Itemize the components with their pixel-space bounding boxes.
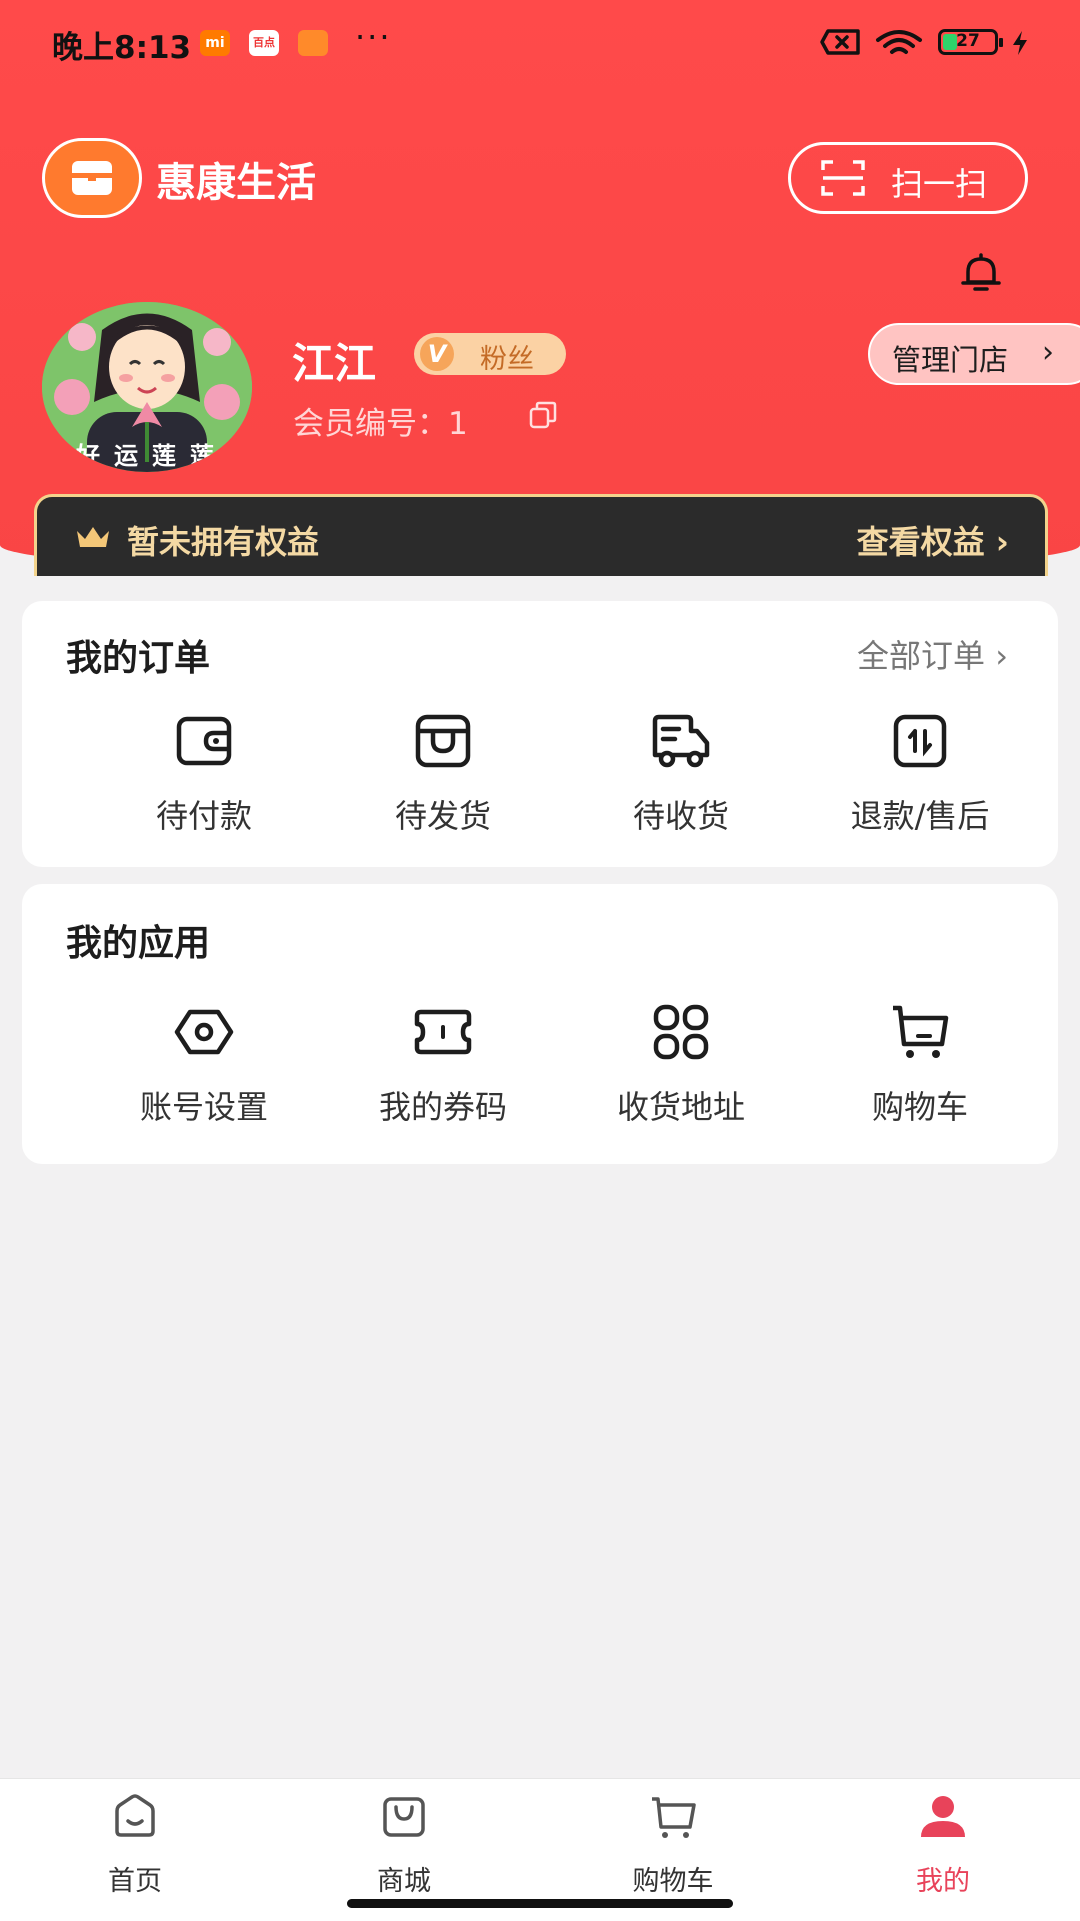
- scan-icon: [821, 160, 865, 196]
- bag-icon: [383, 1797, 425, 1837]
- app-shipping-address-label: 收货地址: [616, 1088, 745, 1126]
- status-time: 晚上8:13: [52, 30, 192, 66]
- refund-icon: [893, 714, 947, 768]
- all-orders-link[interactable]: 全部订单 ›: [857, 631, 1008, 677]
- store-app-icon: [298, 30, 328, 56]
- tab-home[interactable]: 首页: [35, 1779, 235, 1899]
- app-title: 惠康生活: [156, 160, 316, 206]
- app-shipping-address[interactable]: 收货地址: [566, 1002, 796, 1142]
- manage-store-button[interactable]: 管理门店 ›: [868, 323, 1080, 385]
- sim-off-icon: [820, 29, 860, 55]
- profile-icon: [921, 1796, 965, 1837]
- tab-mine[interactable]: 我的: [843, 1779, 1043, 1899]
- truck-icon: [652, 714, 710, 768]
- wifi-icon: [876, 30, 922, 54]
- order-pending-shipment[interactable]: 待发货: [328, 711, 558, 851]
- user-name: 江江: [292, 339, 377, 388]
- crown-icon: [77, 527, 109, 547]
- cart-icon: [652, 1797, 696, 1838]
- fan-badge: V 粉丝: [414, 333, 566, 375]
- scan-label: 扫一扫: [891, 165, 988, 203]
- order-pending-payment[interactable]: 待付款: [89, 711, 319, 851]
- home-indicator[interactable]: [347, 1899, 733, 1908]
- status-bar: 晚上8:13 mi 百点 ··· 27: [0, 0, 1080, 84]
- app-shopping-cart-label: 购物车: [871, 1088, 968, 1126]
- baidian-app-icon: 百点: [249, 30, 279, 56]
- avatar-caption: 好运莲莲: [76, 442, 228, 470]
- notification-bell-icon[interactable]: [958, 250, 1004, 296]
- benefit-status: 暂未拥有权益: [127, 523, 320, 561]
- order-pending-shipment-label: 待发货: [394, 797, 491, 835]
- coupon-icon: [414, 1009, 472, 1055]
- my-apps-card: 我的应用 账号设置 我的券码 收货地址 购物车: [22, 884, 1058, 1164]
- mi-app-icon: mi: [200, 30, 230, 56]
- app-my-coupons[interactable]: 我的券码: [328, 1002, 558, 1142]
- app-my-coupons-label: 我的券码: [378, 1088, 507, 1126]
- my-apps-title: 我的应用: [66, 923, 211, 964]
- store-icon: [72, 161, 112, 195]
- tab-cart[interactable]: 购物车: [573, 1779, 773, 1899]
- tab-mall-label: 商城: [377, 1866, 431, 1897]
- copy-icon[interactable]: [528, 400, 558, 430]
- view-benefits-link[interactable]: 查看权益 ›: [857, 517, 1009, 563]
- app-account-settings-label: 账号设置: [139, 1088, 268, 1126]
- fan-badge-v-icon: V: [420, 337, 454, 371]
- chevron-right-icon: ›: [1042, 335, 1054, 370]
- home-icon: [115, 1794, 155, 1837]
- profile-header: [0, 0, 1080, 575]
- settings-icon: [174, 1009, 234, 1055]
- grid-icon: [653, 1004, 709, 1060]
- scan-button[interactable]: 扫一扫: [788, 142, 1028, 214]
- manage-store-label: 管理门店: [892, 343, 1009, 377]
- tab-mine-label: 我的: [916, 1866, 970, 1897]
- package-icon: [415, 714, 471, 768]
- order-pending-receipt[interactable]: 待收货: [566, 711, 796, 851]
- app-logo: [42, 138, 142, 218]
- order-pending-receipt-label: 待收货: [632, 797, 729, 835]
- fan-badge-label: 粉丝: [480, 344, 534, 375]
- app-shopping-cart[interactable]: 购物车: [805, 1002, 1035, 1142]
- order-refund-aftersale[interactable]: 退款/售后: [805, 711, 1035, 851]
- my-orders-card: 我的订单 全部订单 › 待付款 待发货 待收货 退款/售后: [22, 601, 1058, 867]
- tab-home-label: 首页: [108, 1866, 162, 1897]
- tab-cart-label: 购物车: [632, 1866, 714, 1897]
- member-number: 会员编号：1: [293, 406, 468, 442]
- order-refund-aftersale-label: 退款/售后: [850, 797, 990, 835]
- battery-level: 27: [956, 31, 980, 51]
- more-notifications-icon: ···: [355, 18, 392, 56]
- battery-icon: 27: [938, 29, 1003, 55]
- wallet-icon: [176, 716, 232, 766]
- cart-icon: [893, 1005, 949, 1058]
- benefit-bar[interactable]: 暂未拥有权益 查看权益 ›: [34, 494, 1048, 576]
- order-pending-payment-label: 待付款: [155, 797, 252, 835]
- app-account-settings[interactable]: 账号设置: [89, 1002, 319, 1142]
- tab-mall[interactable]: 商城: [304, 1779, 504, 1899]
- charging-icon: [1013, 31, 1027, 55]
- my-orders-title: 我的订单: [66, 638, 211, 679]
- avatar[interactable]: 好运莲莲: [42, 302, 252, 472]
